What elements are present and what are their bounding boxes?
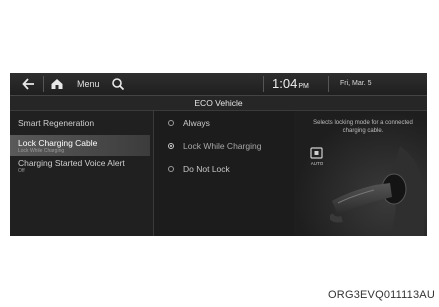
list-item-value: Off bbox=[18, 168, 25, 174]
list-item-value: Lock While Charging bbox=[18, 148, 65, 154]
charge-lock-label: AUTO bbox=[311, 161, 324, 166]
separator bbox=[328, 76, 329, 92]
list-item-label: Smart Regeneration bbox=[18, 118, 95, 128]
search-icon[interactable] bbox=[111, 76, 125, 92]
home-icon[interactable] bbox=[50, 76, 64, 92]
option-label: Always bbox=[183, 118, 210, 128]
settings-list: Smart Regeneration Lock Charging Cable L… bbox=[10, 111, 153, 236]
option-label: Do Not Lock bbox=[183, 164, 230, 174]
info-panel: Selects locking mode for a connected cha… bbox=[294, 111, 427, 236]
clock: 1:04PM bbox=[272, 73, 309, 95]
date-display: Fri, Mar. 5 bbox=[340, 80, 372, 87]
options-panel: Always Lock While Charging Do Not Lock bbox=[154, 111, 294, 236]
radio-button[interactable] bbox=[168, 166, 174, 172]
infotainment-screen: Menu 1:04PM Fri, Mar. 5 ECO Vehicle Smar… bbox=[10, 73, 427, 236]
clock-ampm: PM bbox=[298, 83, 309, 90]
list-item-label: Lock Charging Cable bbox=[18, 138, 98, 148]
figure-caption: ORG3EVQ011113AU bbox=[328, 289, 435, 301]
top-bar: Menu 1:04PM Fri, Mar. 5 bbox=[10, 73, 427, 96]
option-description: Selects locking mode for a connected cha… bbox=[313, 120, 413, 134]
option-label: Lock While Charging bbox=[183, 141, 262, 151]
list-item-lock-charging-cable[interactable]: Lock Charging Cable Lock While Charging bbox=[10, 135, 150, 156]
separator bbox=[43, 76, 44, 92]
separator bbox=[263, 76, 264, 92]
radio-button[interactable] bbox=[168, 120, 174, 126]
radio-button-selected[interactable] bbox=[168, 143, 174, 149]
charge-lock-icon: AUTO bbox=[310, 147, 324, 166]
list-item-label: Charging Started Voice Alert bbox=[18, 158, 125, 168]
clock-time: 1:04 bbox=[272, 76, 298, 91]
back-arrow-icon[interactable] bbox=[22, 76, 36, 92]
list-item-charging-started-voice-alert[interactable]: Charging Started Voice Alert Off bbox=[10, 158, 150, 186]
list-item-smart-regeneration[interactable]: Smart Regeneration bbox=[10, 118, 150, 132]
charging-plug-illustration bbox=[330, 146, 424, 236]
menu-button[interactable]: Menu bbox=[77, 73, 100, 95]
page-title: ECO Vehicle bbox=[10, 96, 427, 111]
